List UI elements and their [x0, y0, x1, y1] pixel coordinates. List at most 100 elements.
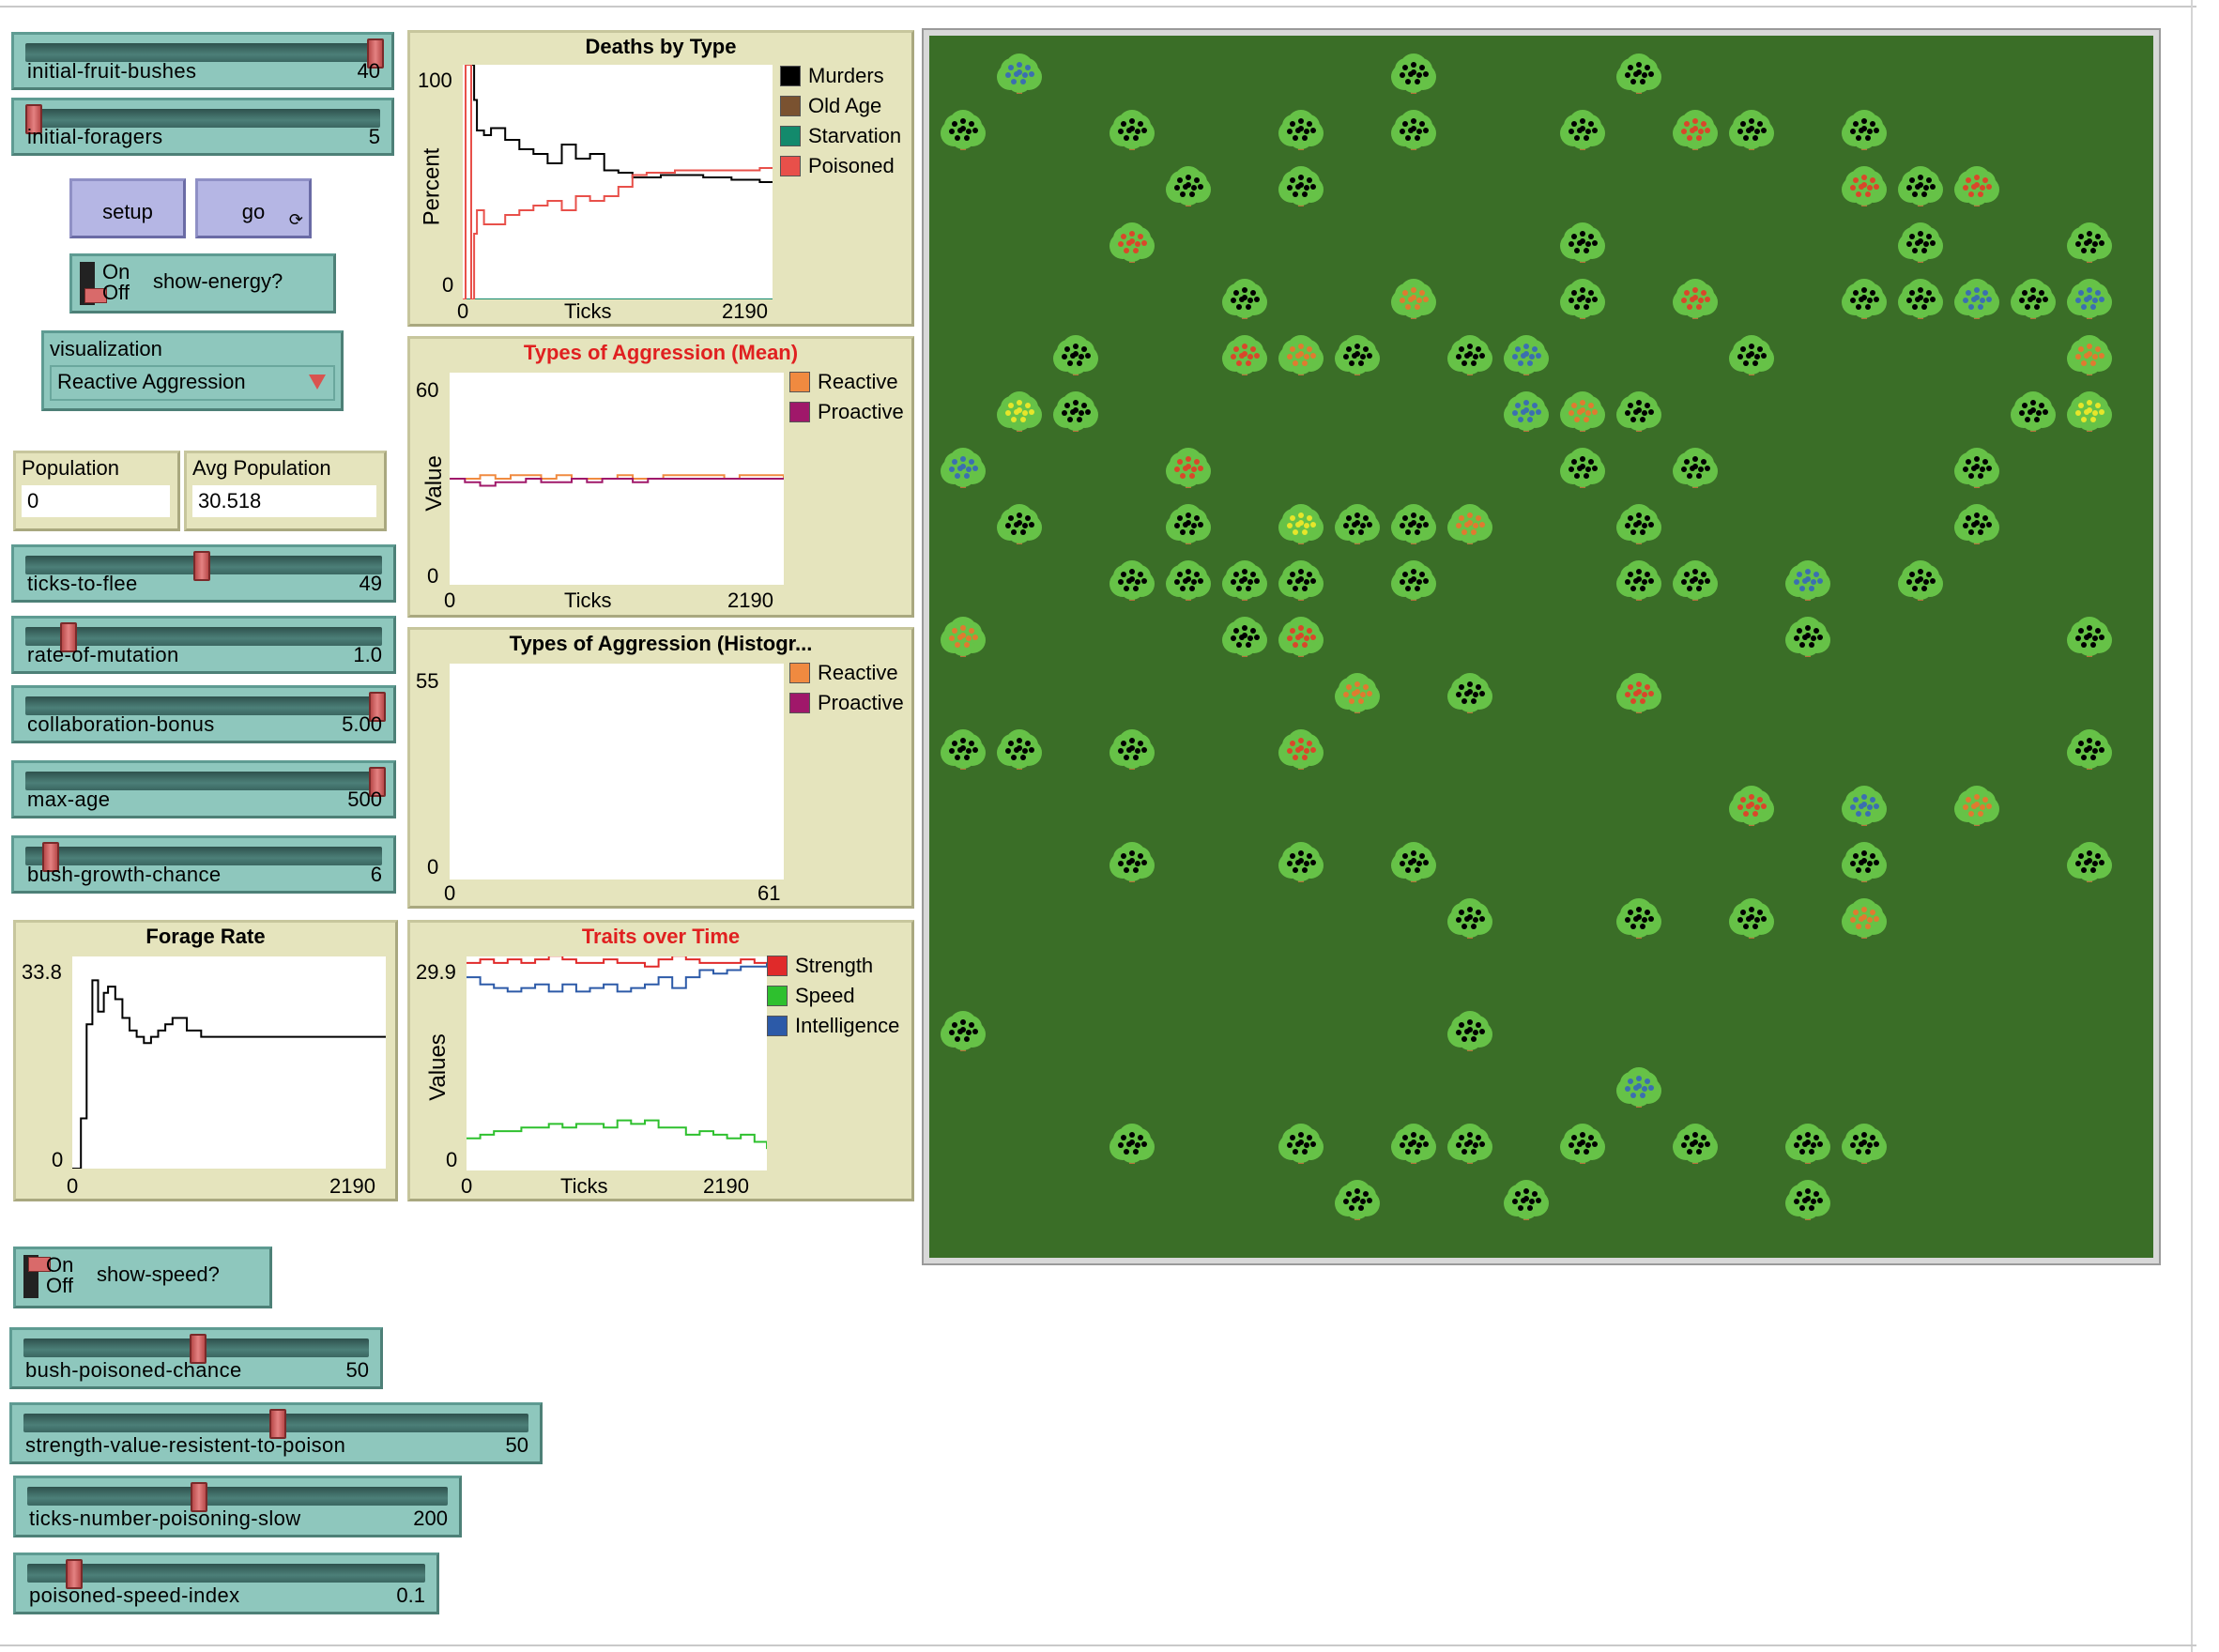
slider-value: 1.0 [353, 643, 382, 666]
y-max-tick: 100 [418, 69, 452, 92]
slider-value: 49 [359, 572, 382, 595]
slider-initial-fruit-bushes[interactable]: initial-fruit-bushes 40 [11, 32, 394, 90]
x-max-tick: 2190 [329, 1174, 375, 1198]
slider-bush-poisoned-chance[interactable]: bush-poisoned-chance 50 [9, 1327, 383, 1389]
legend-item: Murders [780, 61, 901, 91]
window-bottom-edge [0, 1644, 2196, 1646]
legend-swatch [780, 66, 801, 86]
y-max-tick: 55 [416, 669, 439, 693]
slider-rate-of-mutation[interactable]: rate-of-mutation 1.0 [11, 616, 396, 674]
y-axis-label: Value [421, 455, 447, 512]
slider-ticks-to-flee[interactable]: ticks-to-flee 49 [11, 544, 396, 603]
legend-swatch [767, 956, 788, 976]
legend-label: Speed [795, 984, 855, 1007]
monitor-population: Population 0 [13, 451, 180, 531]
slider-strength-value-resistent-to-poison[interactable]: strength-value-resistent-to-poison 50 [9, 1402, 543, 1464]
switch-label: show-speed? [97, 1262, 220, 1286]
series-line-strength [467, 956, 767, 968]
forage-chart-svg [72, 979, 386, 1169]
slider-bush-growth-chance[interactable]: bush-growth-chance 6 [11, 835, 396, 894]
x-axis-label: Ticks [564, 299, 612, 323]
window-top-edge [0, 0, 2196, 8]
go-button[interactable]: go ⟳ [195, 178, 312, 238]
plot-title: Types of Aggression (Mean) [523, 341, 799, 364]
switch-show-speed[interactable]: On Off show-speed? [13, 1247, 272, 1308]
monitor-label: Avg Population [192, 456, 331, 480]
slider-ticks-number-poisoning-slow[interactable]: ticks-number-poisoning-slow 200 [13, 1476, 462, 1537]
legend-label: Reactive [818, 370, 898, 393]
slider-label: ticks-number-poisoning-slow [29, 1507, 301, 1530]
x-axis-label: Ticks [560, 1174, 608, 1198]
slider-track[interactable] [27, 1564, 425, 1583]
legend-item: Reactive [789, 658, 904, 688]
plot-area [463, 65, 773, 299]
monitor-value: 30.518 [192, 485, 376, 517]
monitor-avg-population: Avg Population 30.518 [184, 451, 387, 531]
series-line-speed [467, 1119, 767, 1150]
monitor-value: 0 [22, 485, 170, 517]
plot-aggression-mean: Types of Aggression (Mean) 60 0 0 2190 T… [407, 336, 914, 618]
slider-label: strength-value-resistent-to-poison [25, 1433, 346, 1457]
aggression-mean-chart-svg [450, 474, 784, 487]
dropdown-arrow-icon[interactable] [309, 375, 326, 390]
y-axis-label: Values [424, 1033, 451, 1101]
setup-button[interactable]: setup [69, 178, 186, 238]
chooser-visualization[interactable]: visualization Reactive Aggression [41, 330, 344, 411]
legend-item: Proactive [789, 397, 904, 427]
monitor-label: Population [22, 456, 119, 480]
legend-label: Poisoned [808, 154, 895, 177]
series-line-intelligence [467, 962, 767, 993]
chooser-select[interactable]: Reactive Aggression [50, 365, 335, 401]
switch-track[interactable] [23, 1255, 51, 1298]
slider-poisoned-speed-index[interactable]: poisoned-speed-index 0.1 [13, 1553, 439, 1614]
plot-area [467, 956, 767, 1170]
legend-label: Proactive [818, 400, 904, 423]
legend-label: Murders [808, 64, 884, 87]
y-max-tick: 60 [416, 378, 439, 402]
x-min-tick: 0 [457, 299, 469, 323]
plot-area [450, 373, 784, 585]
legend-swatch [789, 693, 810, 713]
slider-collaboration-bonus[interactable]: collaboration-bonus 5.00 [11, 685, 396, 743]
slider-max-age[interactable]: max-age 500 [11, 760, 396, 818]
plot-legend: Strength Speed Intelligence [767, 951, 899, 1041]
slider-value: 40 [357, 59, 380, 83]
legend-label: Old Age [808, 94, 882, 117]
slider-thumb[interactable] [193, 551, 211, 581]
chooser-value: Reactive Aggression [57, 370, 246, 393]
y-min-tick: 0 [442, 273, 454, 297]
plot-legend: Murders Old Age Starvation Poisoned [780, 61, 901, 181]
slider-value: 6 [370, 863, 382, 886]
series-line-murders [471, 65, 773, 183]
legend-swatch [789, 372, 810, 392]
switch-show-energy[interactable]: On Off show-energy? [69, 253, 336, 314]
slider-label: bush-poisoned-chance [25, 1358, 242, 1382]
slider-value: 5 [368, 125, 380, 148]
slider-value: 50 [505, 1433, 528, 1457]
legend-item: Reactive [789, 367, 904, 397]
slider-value: 500 [347, 788, 382, 811]
window-right-edge [2191, 0, 2193, 1652]
legend-item: Starvation [780, 121, 901, 151]
legend-item: Intelligence [767, 1011, 899, 1041]
series-line-proactive [450, 478, 784, 487]
slider-label: rate-of-mutation [27, 643, 179, 666]
world-canvas[interactable] [929, 36, 2153, 1258]
world-view[interactable] [922, 28, 2161, 1265]
switch-off-label: Off [102, 281, 130, 304]
plot-title: Forage Rate [145, 925, 266, 948]
setup-button-label: setup [102, 200, 153, 223]
slider-initial-foragers[interactable]: initial-foragers 5 [11, 98, 394, 156]
legend-item: Poisoned [780, 151, 901, 181]
x-max-tick: 2190 [727, 589, 773, 612]
slider-label: initial-fruit-bushes [27, 59, 197, 83]
plot-deaths-by-type: Deaths by Type 100 0 0 2190 Ticks Percen… [407, 30, 914, 327]
plot-title: Traits over Time [581, 925, 741, 948]
slider-label: collaboration-bonus [27, 712, 215, 736]
y-min-tick: 0 [427, 564, 439, 588]
plot-legend: Reactive Proactive [789, 658, 904, 718]
plot-traits-over-time: Traits over Time 29.9 0 0 2190 Ticks Val… [407, 920, 914, 1201]
switch-track[interactable] [80, 262, 107, 305]
slider-track[interactable] [27, 1487, 448, 1506]
legend-item: Strength [767, 951, 899, 981]
